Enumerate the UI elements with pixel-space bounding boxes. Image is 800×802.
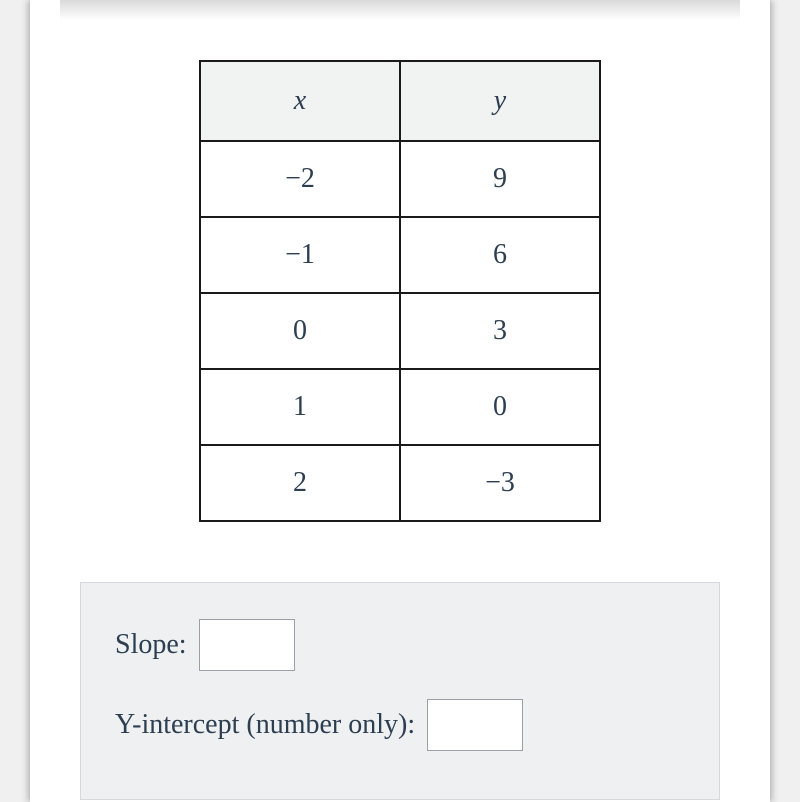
table-row: 0 3 <box>200 293 600 369</box>
table-row: −2 9 <box>200 141 600 217</box>
table-row: 2 −3 <box>200 445 600 521</box>
slope-label: Slope: <box>115 629 187 661</box>
table-row: −1 6 <box>200 217 600 293</box>
table-row: 1 0 <box>200 369 600 445</box>
cell-y: 0 <box>400 369 600 445</box>
page-card: x y −2 9 −1 6 0 3 1 0 <box>30 0 770 802</box>
cell-y: −3 <box>400 445 600 521</box>
cell-y: 9 <box>400 141 600 217</box>
yintercept-input[interactable] <box>427 699 523 751</box>
answer-panel: Slope: Y-intercept (number only): <box>80 582 720 800</box>
cell-x: −2 <box>200 141 400 217</box>
table-header-row: x y <box>200 61 600 141</box>
cell-x: 1 <box>200 369 400 445</box>
table-wrap: x y −2 9 −1 6 0 3 1 0 <box>80 60 720 522</box>
cell-y: 3 <box>400 293 600 369</box>
xy-table: x y −2 9 −1 6 0 3 1 0 <box>199 60 601 522</box>
col-header-y: y <box>400 61 600 141</box>
slope-input[interactable] <box>199 619 295 671</box>
col-header-x: x <box>200 61 400 141</box>
cell-y: 6 <box>400 217 600 293</box>
cell-x: −1 <box>200 217 400 293</box>
page-top-shadow <box>60 0 740 20</box>
yintercept-label: Y-intercept (number only): <box>115 709 415 741</box>
cell-x: 2 <box>200 445 400 521</box>
yintercept-row: Y-intercept (number only): <box>115 699 685 751</box>
cell-x: 0 <box>200 293 400 369</box>
slope-row: Slope: <box>115 619 685 671</box>
